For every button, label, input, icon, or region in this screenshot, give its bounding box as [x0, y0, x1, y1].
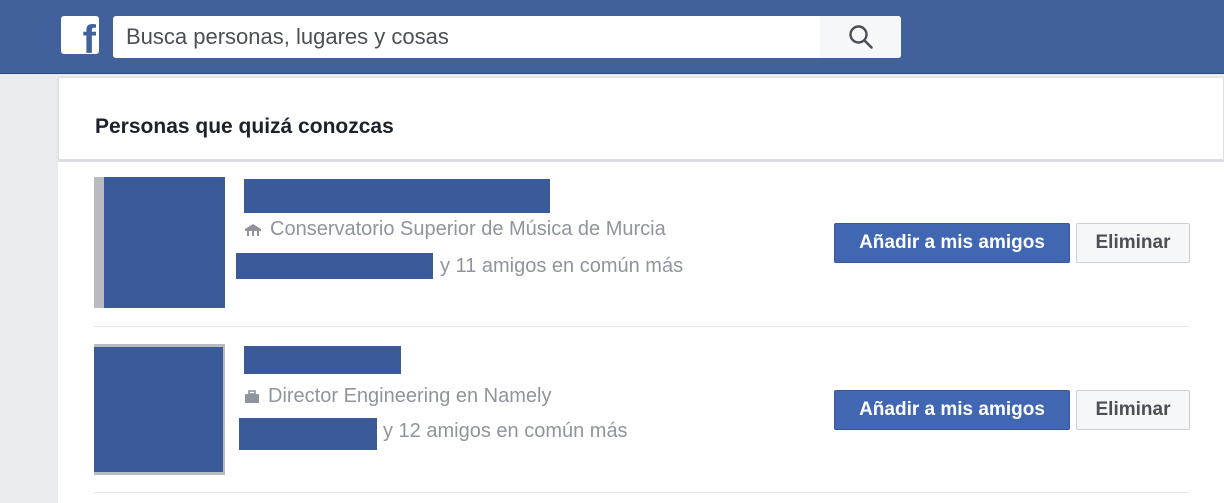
- suggestions-list: Conservatorio Superior de Música de Murc…: [58, 162, 1224, 503]
- search-icon: [848, 25, 873, 49]
- redacted-photo: [104, 177, 225, 308]
- search-input[interactable]: [113, 16, 819, 58]
- suggestion-row: Director Engineering en Namely y 12 amig…: [94, 327, 1190, 493]
- facebook-logo-icon[interactable]: f: [61, 16, 99, 54]
- add-friend-button[interactable]: Añadir a mis amigos: [834, 223, 1070, 263]
- redacted-mutual-friend[interactable]: [236, 253, 433, 279]
- redacted-mutual-friend[interactable]: [239, 418, 377, 450]
- redacted-photo: [94, 347, 223, 472]
- profile-photo[interactable]: [94, 177, 225, 308]
- search-button[interactable]: [820, 16, 901, 58]
- detail-text: Conservatorio Superior de Música de Murc…: [270, 218, 666, 240]
- remove-button[interactable]: Eliminar: [1076, 390, 1190, 430]
- suggestion-row: Conservatorio Superior de Música de Murc…: [94, 176, 1190, 327]
- mutual-friends-text[interactable]: y 11 amigos en común más: [440, 255, 683, 278]
- suggestions-header: Personas que quizá conozcas: [58, 77, 1224, 160]
- redacted-name[interactable]: [244, 179, 550, 213]
- add-friend-button[interactable]: Añadir a mis amigos: [834, 390, 1070, 430]
- search-box: [113, 16, 901, 58]
- mutual-friends-text[interactable]: y 12 amigos en común más: [383, 420, 628, 443]
- detail-line: Conservatorio Superior de Música de Murc…: [244, 218, 666, 241]
- school-icon: [244, 223, 262, 237]
- detail-line: Director Engineering en Namely: [244, 385, 551, 408]
- redacted-name[interactable]: [244, 346, 401, 374]
- remove-button[interactable]: Eliminar: [1076, 223, 1190, 263]
- top-bar: f: [0, 0, 1224, 74]
- detail-text: Director Engineering en Namely: [268, 385, 552, 407]
- profile-photo[interactable]: [94, 344, 225, 475]
- panel-title: Personas que quizá conozcas: [95, 115, 394, 138]
- briefcase-icon: [244, 389, 260, 404]
